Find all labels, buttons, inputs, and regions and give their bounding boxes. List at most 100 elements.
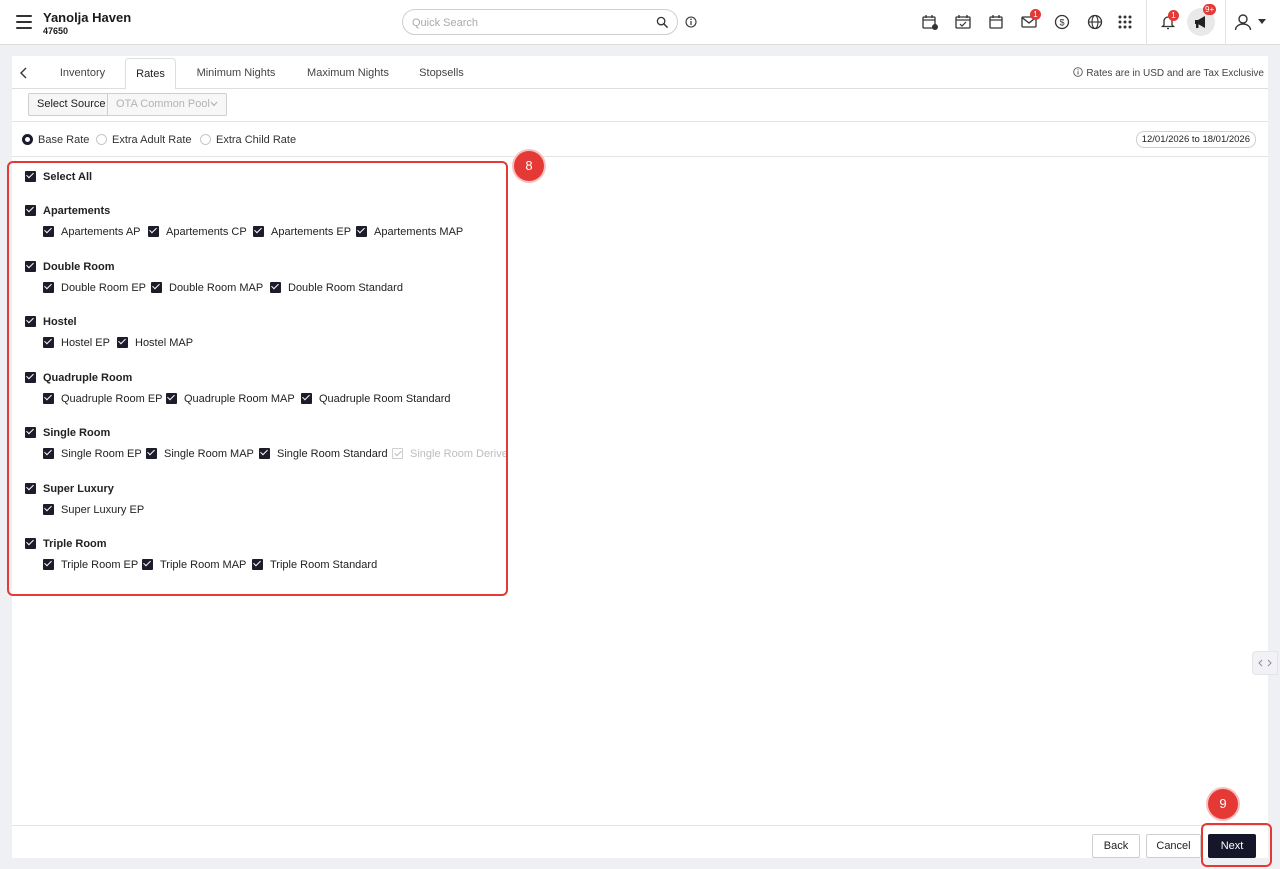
- info-icon: [1073, 67, 1084, 77]
- property-brand[interactable]: Yanolja Haven 47650: [43, 10, 131, 36]
- checkbox-label: Apartements: [43, 205, 111, 217]
- group-checkbox-super-luxury[interactable]: Super Luxury: [25, 482, 114, 496]
- info-icon[interactable]: [685, 16, 697, 28]
- checkbox-label: Double Room Standard: [288, 282, 403, 294]
- plan-checkbox[interactable]: Single Room MAP: [146, 447, 254, 461]
- plan-checkbox[interactable]: Apartements CP: [148, 225, 247, 239]
- plan-checkbox[interactable]: Super Luxury EP: [43, 503, 144, 517]
- checkbox-label: Super Luxury EP: [61, 504, 145, 516]
- radio-label: Base Rate: [38, 134, 90, 146]
- checkbox-label: Double Room: [43, 261, 115, 273]
- group-checkbox-quadruple-room[interactable]: Quadruple Room: [25, 371, 132, 385]
- tab-maximum-nights[interactable]: Maximum Nights: [300, 58, 396, 89]
- group-checkbox-double-room[interactable]: Double Room: [25, 260, 115, 274]
- select-all-checkbox[interactable]: Select All: [25, 170, 92, 184]
- source-value: OTA Common Pool: [116, 98, 210, 110]
- checkbox-label: Quadruple Room EP: [61, 393, 163, 405]
- checkbox-label: Single Room EP: [61, 448, 142, 460]
- checkbox-icon: [151, 282, 162, 293]
- checkbox-icon: [148, 226, 159, 237]
- checkbox-icon: [270, 282, 281, 293]
- checkbox-label: Hostel EP: [61, 337, 110, 349]
- plan-checkbox[interactable]: Hostel MAP: [117, 336, 193, 350]
- announcements-button[interactable]: 9+: [1187, 4, 1217, 36]
- plan-checkbox[interactable]: Single Room Standard: [259, 447, 388, 461]
- search-input[interactable]: [412, 15, 642, 30]
- cancel-button[interactable]: Cancel: [1146, 834, 1201, 858]
- apps-grid-icon[interactable]: [1116, 13, 1134, 31]
- caret-down-icon: [1258, 19, 1266, 24]
- plan-checkbox[interactable]: Quadruple Room EP: [43, 392, 163, 406]
- checkbox-icon: [166, 393, 177, 404]
- checkbox-label: Quadruple Room: [43, 372, 133, 384]
- plan-checkbox[interactable]: Apartements EP: [253, 225, 351, 239]
- plan-checkbox[interactable]: Quadruple Room Standard: [301, 392, 450, 406]
- user-icon: [1234, 14, 1252, 31]
- next-button[interactable]: Next: [1208, 834, 1256, 858]
- side-panel-toggle[interactable]: [1252, 651, 1278, 675]
- tab-bar: Inventory Rates Minimum Nights Maximum N…: [12, 56, 1268, 90]
- plan-checkbox[interactable]: Double Room Standard: [270, 281, 403, 295]
- chevron-left-icon[interactable]: [18, 66, 30, 80]
- menu-icon[interactable]: [16, 15, 32, 29]
- property-code: 47650: [43, 26, 69, 36]
- checkbox-label: Hostel: [43, 316, 77, 328]
- currency-icon[interactable]: $: [1053, 13, 1071, 31]
- plan-checkbox[interactable]: Hostel EP: [43, 336, 110, 350]
- quick-search: [402, 9, 678, 35]
- date-range[interactable]: 12/01/2026 to 18/01/2026: [1135, 131, 1256, 148]
- calendar-settings-icon[interactable]: [921, 13, 939, 31]
- mail-badge: 1: [1030, 9, 1041, 20]
- plan-checkbox[interactable]: Apartements MAP: [356, 225, 463, 239]
- group-checkbox-hostel[interactable]: Hostel: [25, 315, 77, 329]
- notifications-button[interactable]: 1: [1159, 10, 1179, 31]
- plan-checkbox[interactable]: Quadruple Room MAP: [166, 392, 295, 406]
- checkbox-icon: [301, 393, 312, 404]
- search-icon[interactable]: [656, 16, 669, 29]
- rate-type-bar: Base Rate Extra Adult Rate Extra Child R…: [12, 122, 1268, 157]
- mail-button[interactable]: 1: [1020, 9, 1041, 31]
- radio-dot: [96, 134, 107, 145]
- globe-icon[interactable]: [1086, 13, 1104, 31]
- plan-checkbox[interactable]: Apartements AP: [43, 225, 141, 239]
- tab-rates[interactable]: Rates: [125, 58, 176, 90]
- checkbox-icon: [43, 448, 54, 459]
- group-checkbox-apartements[interactable]: Apartements: [25, 204, 110, 218]
- checkbox-icon: [252, 559, 263, 570]
- source-bar: Select Source OTA Common Pool: [12, 89, 1268, 122]
- plan-checkbox[interactable]: Triple Room EP: [43, 558, 138, 572]
- calendar-check-icon[interactable]: [954, 13, 972, 31]
- user-menu[interactable]: [1233, 12, 1269, 32]
- plan-checkbox[interactable]: Double Room EP: [43, 281, 146, 295]
- tab-minimum-nights[interactable]: Minimum Nights: [189, 58, 283, 89]
- calendar-icon[interactable]: [987, 13, 1005, 31]
- tab-inventory[interactable]: Inventory: [49, 58, 116, 89]
- plan-checkbox[interactable]: Triple Room Standard: [252, 558, 377, 572]
- plan-checkbox[interactable]: Double Room MAP: [151, 281, 263, 295]
- select-source-label: Select Source: [28, 93, 114, 116]
- checkbox-label: Triple Room Standard: [270, 559, 378, 571]
- checkbox-label: Single Room Derived: [410, 448, 507, 460]
- radio-base-rate[interactable]: Base Rate: [22, 133, 89, 147]
- checkbox-icon: [25, 171, 36, 182]
- radio-extra-child-rate[interactable]: Extra Child Rate: [200, 133, 296, 147]
- plan-checkbox[interactable]: Triple Room MAP: [142, 558, 246, 572]
- checkbox-label: Apartements AP: [61, 226, 141, 238]
- tab-stopsells[interactable]: Stopsells: [414, 58, 469, 89]
- checkbox-label: Apartements EP: [271, 226, 352, 238]
- radio-extra-adult-rate[interactable]: Extra Adult Rate: [96, 133, 192, 147]
- step-badge: 9: [1208, 789, 1238, 819]
- plan-checkbox[interactable]: Single Room EP: [43, 447, 142, 461]
- group-checkbox-single-room[interactable]: Single Room: [25, 426, 110, 440]
- rate-plan-selection: Select All Apartements Apartements AP Ap…: [12, 157, 1268, 825]
- notification-badge: 1: [1168, 10, 1179, 21]
- checkbox-icon: [142, 559, 153, 570]
- group-checkbox-triple-room[interactable]: Triple Room: [25, 537, 107, 551]
- back-button[interactable]: Back: [1092, 834, 1140, 858]
- source-dropdown[interactable]: OTA Common Pool: [107, 93, 227, 116]
- checkbox-label: Select All: [43, 171, 93, 183]
- checkbox-icon: [43, 226, 54, 237]
- rates-note: Rates are in USD and are Tax Exclusive: [1073, 67, 1264, 79]
- property-name: Yanolja Haven: [43, 10, 132, 25]
- checkbox-icon: [43, 393, 54, 404]
